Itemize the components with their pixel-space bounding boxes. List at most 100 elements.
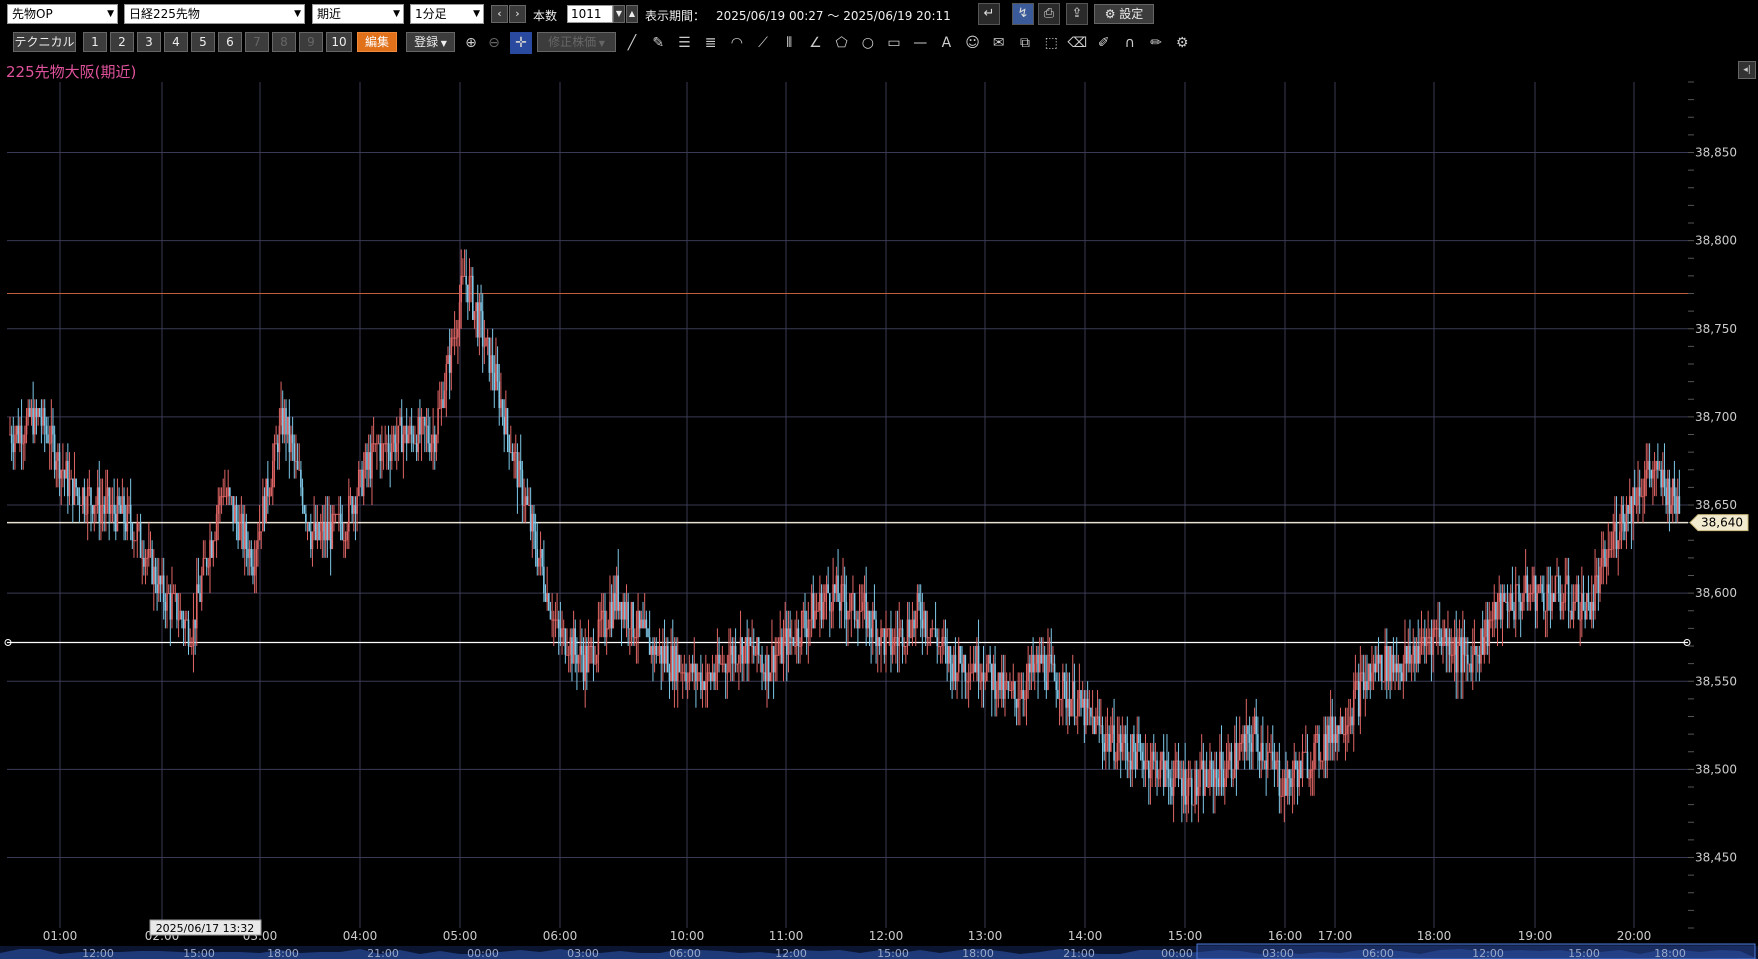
- candle-body: [979, 681, 982, 683]
- candle-body: [1493, 601, 1496, 620]
- candle-body: [680, 672, 682, 674]
- candle-body: [886, 628, 889, 630]
- candle-body: [524, 496, 527, 505]
- bars-stepper-up[interactable]: ▲: [626, 5, 638, 23]
- indicator-slot-8[interactable]: 8: [272, 32, 296, 52]
- candle-body: [997, 672, 1000, 691]
- candle-body: [1189, 778, 1191, 780]
- chart-style-button[interactable]: ↯: [1012, 3, 1034, 25]
- interval-select[interactable]: 1分足 ▼: [410, 4, 484, 24]
- vlines-tool-button[interactable]: ⦀: [778, 32, 800, 54]
- adjusted-price-select[interactable]: 修正株価 ▼: [537, 32, 616, 52]
- candle-body: [891, 646, 894, 655]
- print-button[interactable]: ⎙: [1038, 3, 1060, 25]
- indicator-slot-1[interactable]: 1: [83, 32, 107, 52]
- contract-select[interactable]: 期近 ▼: [312, 4, 404, 24]
- text-tool-button[interactable]: A: [935, 32, 957, 54]
- candle-body: [100, 505, 102, 523]
- candle-body: [605, 628, 608, 638]
- circle-tool-button[interactable]: ○: [857, 32, 879, 54]
- candle-body: [101, 505, 104, 506]
- candle-body: [230, 496, 233, 498]
- candle-body: [863, 593, 866, 602]
- next-button[interactable]: ›: [509, 5, 526, 23]
- indicator-slot-2[interactable]: 2: [110, 32, 134, 52]
- candle-body: [1007, 681, 1010, 691]
- technical-button[interactable]: テクニカル: [13, 32, 76, 52]
- eraser-tool-button[interactable]: ⌫: [1066, 32, 1088, 54]
- candle-body: [838, 601, 841, 611]
- candle-body: [551, 619, 553, 621]
- icon-stamp-tool-button[interactable]: ☺: [962, 32, 984, 54]
- candle-body: [91, 505, 94, 514]
- settings-button[interactable]: ⚙ 設定: [1094, 4, 1154, 24]
- ruler-tool-button[interactable]: ✎: [647, 32, 669, 54]
- edit-button[interactable]: 編集: [357, 32, 397, 52]
- candle-body: [214, 540, 216, 542]
- magnet-tool-button[interactable]: ∩: [1119, 32, 1141, 54]
- candle-body: [427, 425, 429, 444]
- candle-body: [1432, 628, 1434, 655]
- indicator-slot-4[interactable]: 4: [164, 32, 188, 52]
- candle-body: [1424, 637, 1426, 646]
- angle-tool-button[interactable]: ∠: [804, 32, 826, 54]
- price-chart[interactable]: 38,450 38,500 38,550 38,600 38,650 38,700 38,7…: [0, 0, 1758, 959]
- register-button[interactable]: 登録 ▼: [406, 32, 455, 52]
- instrument-select[interactable]: 日経225先物 ▼: [124, 4, 305, 24]
- indicator-slot-6[interactable]: 6: [218, 32, 242, 52]
- candle-body: [392, 434, 395, 444]
- hline-tool-button[interactable]: —: [909, 32, 931, 54]
- candle-body: [1331, 716, 1334, 743]
- pentagon-tool-button[interactable]: ⬠: [831, 32, 853, 54]
- candle-body: [1564, 584, 1567, 602]
- x-tick-label: 05:00: [443, 929, 478, 943]
- candle-body: [792, 637, 795, 646]
- candle-body: [237, 522, 239, 541]
- fan-tool-button[interactable]: ⟋: [752, 32, 774, 54]
- period-value: 2025/06/19 00:27 ～ 2025/06/19 20:11: [716, 9, 951, 23]
- erase-all-tool-button[interactable]: ✐: [1093, 32, 1115, 54]
- trendline-tool-button[interactable]: ╱: [621, 32, 643, 54]
- indicator-slot-10[interactable]: 10: [326, 32, 352, 52]
- candle-body: [1483, 637, 1486, 655]
- bars-input[interactable]: 1011: [567, 5, 613, 23]
- candle-body: [928, 637, 930, 639]
- prev-button[interactable]: ‹: [491, 5, 508, 23]
- tool-settings-tool-button[interactable]: ⚙: [1171, 32, 1193, 54]
- candle-body: [1381, 654, 1383, 682]
- chevron-left-icon: ‹: [497, 7, 502, 20]
- candle-body: [67, 460, 69, 497]
- candle-body: [678, 654, 681, 673]
- indicator-slot-7[interactable]: 7: [245, 32, 269, 52]
- collapse-panel-button[interactable]: ◂|: [1738, 61, 1756, 79]
- navigator-time-label: 12:00: [82, 947, 114, 959]
- undo-button[interactable]: ↵: [978, 3, 1000, 25]
- candle-body: [96, 487, 99, 505]
- copy-tool-button[interactable]: ⧉: [1014, 32, 1036, 54]
- zoom-out-button[interactable]: ⊖: [483, 32, 505, 54]
- edit-tool-tool-button[interactable]: ✏: [1145, 32, 1167, 54]
- bars-dropdown-button[interactable]: ▼: [613, 5, 625, 23]
- candle-body: [1488, 619, 1491, 646]
- indicator-slot-9[interactable]: 9: [299, 32, 323, 52]
- indicator-slot-3[interactable]: 3: [137, 32, 161, 52]
- candle-body: [743, 646, 745, 664]
- cursor-tool-button[interactable]: ⬚: [1040, 32, 1062, 54]
- crosshair-button[interactable]: ✛: [510, 32, 532, 54]
- candle-body: [506, 408, 509, 435]
- export-button[interactable]: ⇪: [1066, 3, 1088, 25]
- comment-tool-button[interactable]: ✉: [988, 32, 1010, 54]
- candle-body: [467, 284, 469, 303]
- candle-body: [1584, 610, 1586, 620]
- indicator-slot-5[interactable]: 5: [191, 32, 215, 52]
- candle-body: [1182, 769, 1185, 796]
- rectangle-tool-button[interactable]: ▭: [883, 32, 905, 54]
- candle-body: [1166, 760, 1168, 770]
- channel-tool-button[interactable]: ≣: [700, 32, 722, 54]
- hlines-tool-button[interactable]: ☰: [673, 32, 695, 54]
- candle-body: [1323, 734, 1325, 761]
- arc-tool-button[interactable]: ◠: [726, 32, 748, 54]
- category-select[interactable]: 先物OP ▼: [7, 4, 118, 24]
- zoom-in-button[interactable]: ⊕: [460, 32, 482, 54]
- candle-body: [65, 460, 67, 479]
